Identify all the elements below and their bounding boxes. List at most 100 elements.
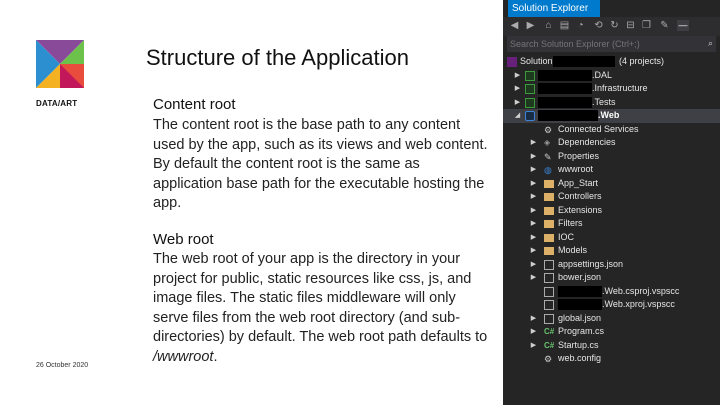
search-input[interactable] [510, 36, 690, 52]
section-heading-web-root: Web root [153, 231, 214, 248]
json-file-icon [544, 313, 554, 324]
properties-icon[interactable]: ✎ [659, 20, 670, 31]
tree-item-file[interactable]: ▶ C# Startup.cs [503, 339, 720, 353]
tree-item-file[interactable]: .Web.xproj.vspscc [503, 298, 720, 312]
tree-row-project[interactable]: ▶ .Tests [503, 96, 720, 110]
tree-item-label: IOC [558, 231, 575, 242]
wwwroot-path: /wwwroot [153, 348, 214, 365]
preview-selected-icon[interactable]: — [677, 20, 689, 31]
expand-arrow-icon[interactable]: ▶ [530, 258, 537, 272]
folder-icon [544, 247, 554, 255]
expand-arrow-icon[interactable]: ▶ [514, 69, 521, 83]
tree-item-label: .Web.xproj.vspscc [602, 299, 675, 309]
collapse-all-icon[interactable]: ⊟ [625, 20, 636, 31]
show-all-files-icon[interactable]: ❐ [641, 20, 652, 31]
tree-item-label: appsettings.json [558, 258, 624, 269]
tree-item-file[interactable]: .Web.csproj.vspscc [503, 285, 720, 299]
tree-row-solution[interactable]: Solution (4 projects) [503, 55, 720, 69]
folder-icon [544, 179, 554, 188]
expand-arrow-icon[interactable]: ▶ [530, 163, 537, 177]
expand-arrow-icon[interactable]: ▶ [530, 150, 537, 164]
expand-arrow-icon[interactable]: ▶ [514, 96, 521, 110]
solution-explorer-toolbar: ◀ ▶ ⌂ ▤ ◔ ⟲ ↻ ⊟ ❐ ✎ — [503, 17, 720, 36]
tree-item-label: global.json [558, 312, 602, 323]
project-label: .Tests [592, 96, 616, 107]
tree-item-label: Startup.cs [558, 339, 599, 350]
expand-arrow-icon[interactable]: ▶ [514, 82, 521, 96]
expand-arrow-icon[interactable]: ▶ [530, 136, 537, 150]
tree-item-connected-services[interactable]: ⚙ Connected Services [503, 123, 720, 137]
dependencies-icon: ◈ [544, 138, 551, 147]
folder-icon [544, 220, 554, 228]
tree-row-project[interactable]: ▶ .DAL [503, 69, 720, 83]
redacted-name [538, 69, 592, 81]
tree-item-label: wwwroot [558, 164, 594, 174]
tree-item-file[interactable]: ▶ appsettings.json [503, 258, 720, 272]
expand-arrow-icon[interactable]: ▶ [530, 177, 537, 191]
solution-explorer-tab[interactable]: Solution Explorer [508, 0, 600, 17]
expand-arrow-icon[interactable]: ▶ [530, 325, 537, 339]
section-body-web-root-text: The web root of your app is the director… [153, 251, 488, 345]
tree-item-file[interactable]: ⚙ web.config [503, 352, 720, 366]
project-icon [525, 70, 535, 81]
collapse-arrow-icon[interactable]: ◢ [514, 109, 521, 123]
expand-arrow-icon[interactable]: ▶ [530, 244, 537, 258]
refresh-icon[interactable]: ↻ [609, 20, 620, 31]
tree-item-label: .Web.csproj.vspscc [602, 285, 680, 296]
switch-views-icon[interactable]: ▤ [559, 20, 570, 31]
slide-title: Structure of the Application [146, 45, 409, 70]
home-icon[interactable]: ⌂ [543, 20, 554, 31]
sync-icon[interactable]: ⟲ [593, 20, 604, 31]
redacted-name [538, 96, 592, 108]
tree-item-folder[interactable]: ▶ IOC [503, 231, 720, 245]
tree-item-dependencies[interactable]: ▶ ◈ Dependencies [503, 136, 720, 150]
folder-icon [544, 193, 554, 201]
solution-explorer-search[interactable]: ⌕ [507, 36, 716, 52]
expand-arrow-icon[interactable]: ▶ [530, 231, 537, 245]
expand-arrow-icon[interactable]: ▶ [530, 204, 537, 218]
search-icon[interactable]: ⌕ [708, 38, 713, 49]
solution-explorer-panel: Solution Explorer ◀ ▶ ⌂ ▤ ◔ ⟲ ↻ ⊟ ❐ ✎ — … [503, 0, 720, 405]
expand-arrow-icon[interactable]: ▶ [530, 271, 537, 285]
project-label: .Infrastructure [592, 83, 648, 93]
tree-item-label: Extensions [558, 204, 603, 215]
section-body-web-root: The web root of your app is the director… [153, 250, 493, 367]
slide-date: 26 October 2020 [36, 362, 89, 369]
tree-row-project[interactable]: ▶ .Infrastructure [503, 82, 720, 96]
tree-item-label: Models [558, 245, 588, 255]
project-icon [525, 97, 535, 108]
tree-item-file[interactable]: ▶ bower.json [503, 271, 720, 285]
file-icon [544, 286, 554, 297]
tree-item-wwwroot[interactable]: ▶ ◍ wwwroot [503, 163, 720, 177]
expand-arrow-icon[interactable]: ▶ [530, 339, 537, 353]
tree-item-folder[interactable]: ▶ Filters [503, 217, 720, 231]
folder-icon [544, 233, 554, 242]
redacted-name [553, 56, 615, 67]
file-icon [544, 300, 554, 310]
expand-arrow-icon[interactable]: ▶ [530, 190, 537, 204]
tree-item-properties[interactable]: ▶ ✎ Properties [503, 150, 720, 164]
web-project-icon [525, 111, 535, 121]
expand-arrow-icon[interactable]: ▶ [530, 217, 537, 231]
tree-item-label: Connected Services [558, 123, 639, 134]
section-body-content-root: The content root is the base path to any… [153, 117, 488, 211]
tree-item-file[interactable]: ▶ C# Program.cs [503, 325, 720, 339]
config-file-icon: ⚙ [544, 354, 553, 364]
expand-arrow-icon[interactable]: ▶ [530, 312, 537, 326]
csharp-file-icon: C# [544, 340, 555, 350]
tree-item-folder[interactable]: ▶ Extensions [503, 204, 720, 218]
back-icon[interactable]: ◀ [509, 20, 520, 31]
forward-icon[interactable]: ▶ [525, 20, 536, 31]
redacted-name [558, 299, 602, 310]
pending-changes-icon[interactable]: ◔ [575, 20, 586, 31]
project-label: .DAL [592, 69, 613, 80]
tree-item-label: Properties [558, 150, 600, 161]
tree-item-folder[interactable]: ▶ Models [503, 244, 720, 258]
tree-item-folder[interactable]: ▶ Controllers [503, 190, 720, 204]
tree-item-folder[interactable]: ▶ App_Start [503, 177, 720, 191]
tree-item-label: bower.json [558, 272, 602, 282]
project-label: .Web [598, 110, 620, 120]
tree-item-file[interactable]: ▶ global.json [503, 312, 720, 326]
tree-row-project-selected[interactable]: ◢ .Web [503, 109, 720, 123]
solution-project-count: (4 projects) [619, 56, 665, 66]
